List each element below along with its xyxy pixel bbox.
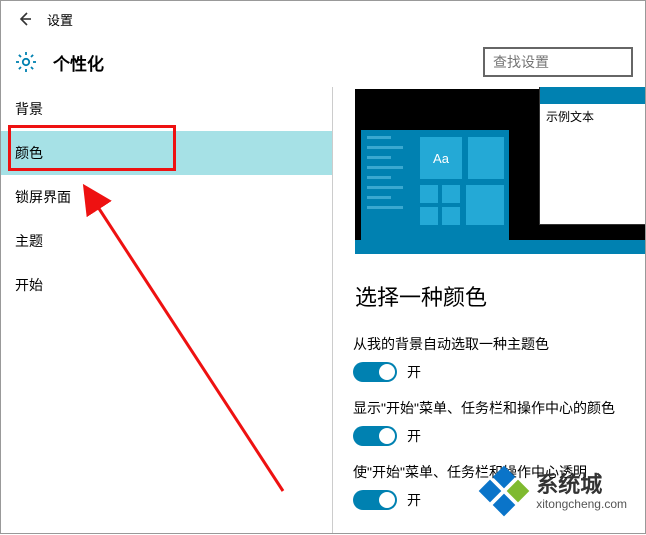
sidebar-item-label: 锁屏界面 — [15, 187, 71, 207]
sidebar-item-label: 开始 — [15, 275, 43, 295]
setting-auto-accent: 从我的背景自动选取一种主题色 开 — [353, 334, 625, 382]
sidebar-item-label: 主题 — [15, 231, 43, 251]
preview-window: 示例文本 — [539, 87, 645, 225]
sidebar: 背景 颜色 锁屏界面 主题 开始 — [1, 87, 333, 533]
color-preview: 示例文本 Aa — [355, 89, 645, 254]
setting-label: 从我的背景自动选取一种主题色 — [353, 334, 625, 354]
preview-sample-text: 示例文本 — [540, 104, 645, 129]
sidebar-item-lockscreen[interactable]: 锁屏界面 — [1, 175, 332, 219]
setting-label: 显示"开始"菜单、任务栏和操作中心的颜色 — [353, 398, 625, 418]
sidebar-item-label: 颜色 — [15, 143, 43, 163]
toggle-state: 开 — [407, 362, 421, 382]
setting-transparency: 使"开始"菜单、任务栏和操作中心透明 开 — [353, 462, 625, 510]
setting-show-color: 显示"开始"菜单、任务栏和操作中心的颜色 开 — [353, 398, 625, 446]
gear-icon — [13, 49, 39, 75]
sidebar-item-background[interactable]: 背景 — [1, 87, 332, 131]
main-content: 示例文本 Aa 选择一种颜色 从我的背景自动选取一种 — [333, 87, 645, 533]
toggle-transparency[interactable] — [353, 490, 397, 510]
setting-label: 使"开始"菜单、任务栏和操作中心透明 — [353, 462, 625, 482]
back-button[interactable] — [9, 3, 41, 35]
sidebar-item-themes[interactable]: 主题 — [1, 219, 332, 263]
toggle-auto-accent[interactable] — [353, 362, 397, 382]
sidebar-item-label: 背景 — [15, 99, 43, 119]
preview-start-menu: Aa — [361, 130, 509, 240]
toggle-state: 开 — [407, 490, 421, 510]
toggle-state: 开 — [407, 426, 421, 446]
search-input[interactable] — [483, 47, 633, 77]
sidebar-item-colors[interactable]: 颜色 — [1, 131, 332, 175]
sidebar-item-start[interactable]: 开始 — [1, 263, 332, 307]
toggle-show-color[interactable] — [353, 426, 397, 446]
app-title: 设置 — [47, 10, 73, 29]
section-title: 选择一种颜色 — [355, 280, 625, 312]
preview-tile-aa: Aa — [419, 136, 463, 180]
page-title: 个性化 — [53, 50, 104, 75]
